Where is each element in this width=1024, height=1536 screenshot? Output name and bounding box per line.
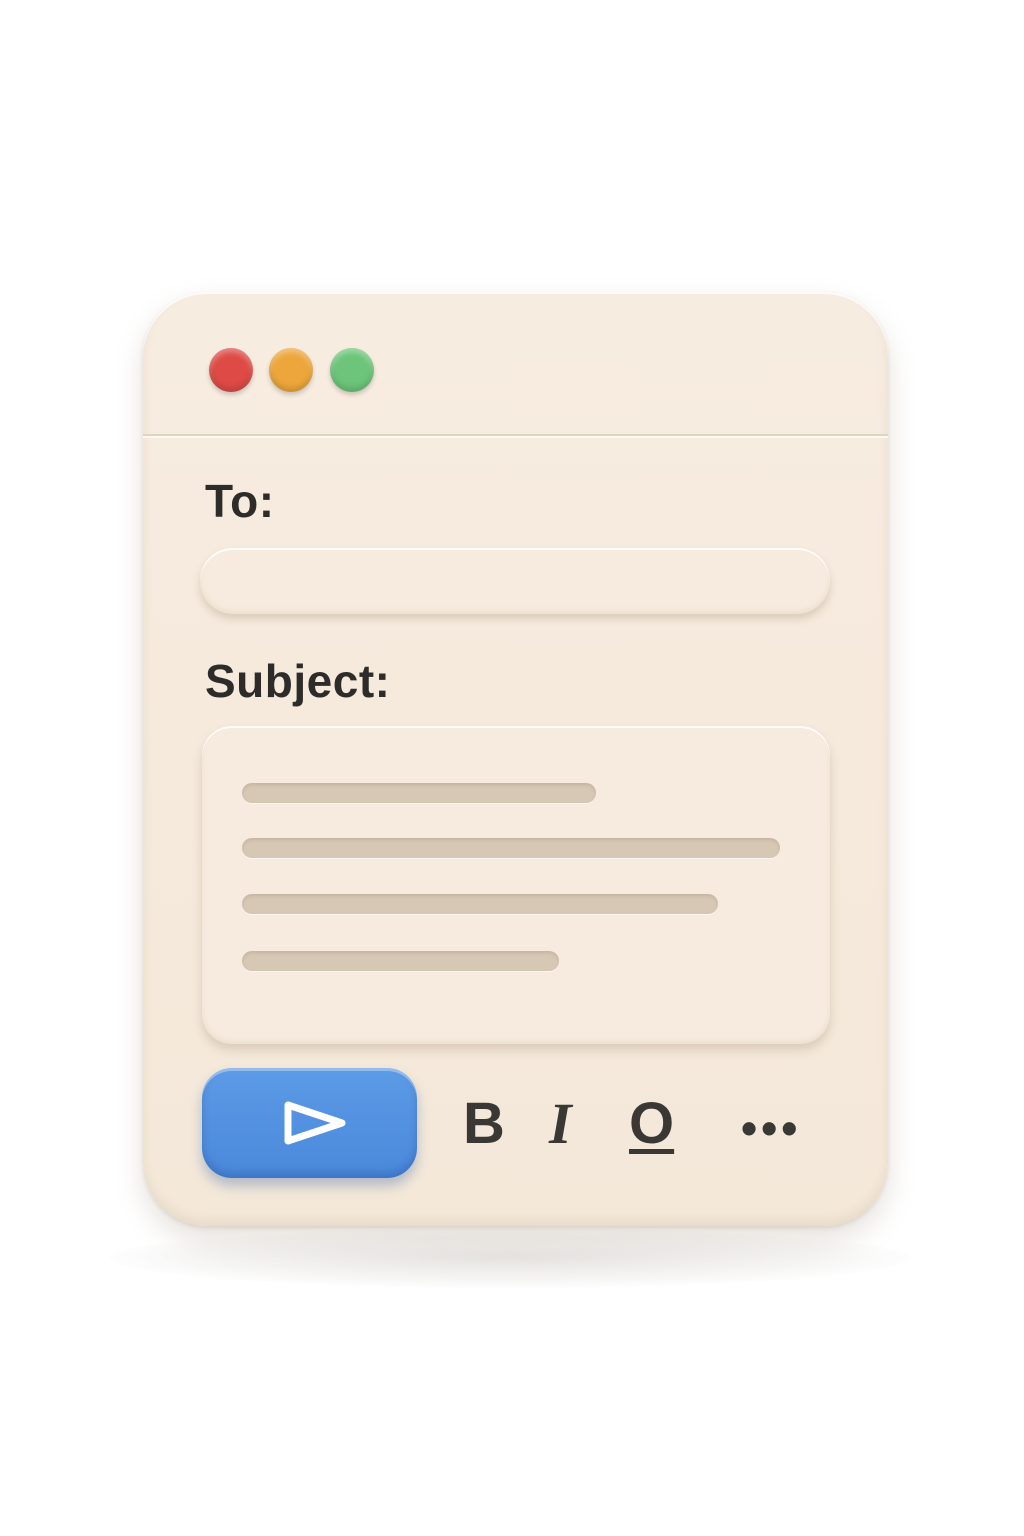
text-placeholder-line [242, 894, 718, 914]
italic-button[interactable]: I [549, 1092, 572, 1156]
send-icon [284, 1101, 346, 1145]
minimize-window-button[interactable] [269, 348, 313, 392]
stage: To: Subject: B I O ••• [0, 0, 1024, 1536]
close-window-button[interactable] [209, 348, 253, 392]
text-placeholder-line [242, 838, 780, 858]
bold-button[interactable]: B [463, 1092, 505, 1156]
to-label: To: [205, 475, 275, 527]
floor-shadow [110, 1228, 910, 1288]
titlebar [143, 292, 888, 436]
send-button[interactable] [202, 1068, 417, 1178]
subject-label: Subject: [205, 655, 391, 707]
to-input[interactable] [200, 548, 830, 614]
message-body-field[interactable] [202, 726, 830, 1044]
text-placeholder-line [242, 951, 559, 971]
email-compose-window: To: Subject: B I O ••• [143, 292, 888, 1226]
underline-button[interactable]: O [629, 1092, 674, 1156]
text-placeholder-line [242, 783, 596, 803]
more-options-button[interactable]: ••• [741, 1096, 801, 1160]
maximize-window-button[interactable] [330, 348, 374, 392]
